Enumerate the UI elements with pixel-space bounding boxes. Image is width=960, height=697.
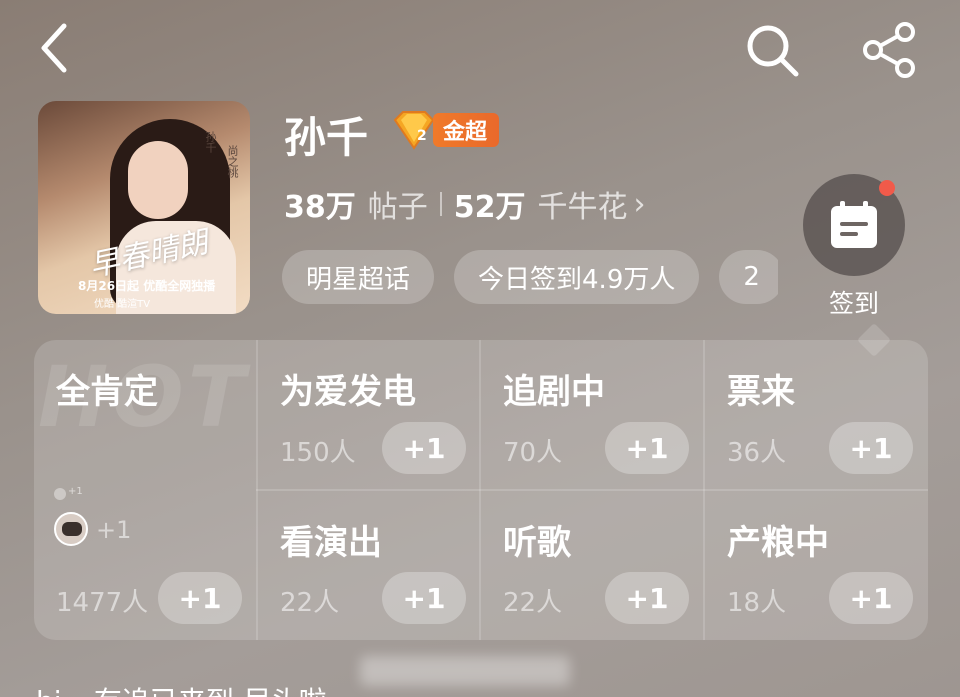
share-icon — [863, 22, 915, 78]
action-title: 票来 — [727, 372, 795, 412]
avatar — [54, 512, 88, 546]
share-button[interactable] — [858, 20, 920, 80]
action-card[interactable]: 为爱发电 150人 +1 — [258, 340, 479, 489]
action-title: 产粮中 — [727, 523, 829, 563]
action-count: 22人 — [503, 588, 563, 618]
search-icon — [747, 25, 799, 77]
avatar-plus: +1 — [96, 516, 132, 544]
cover-vertical-subtitle: 尚之桃 — [226, 145, 239, 178]
calendar-note-icon — [831, 201, 877, 248]
plus-one-button[interactable]: +1 — [829, 422, 913, 474]
diamond-level-icon: 2 — [393, 111, 435, 150]
back-button[interactable] — [30, 20, 78, 76]
level-number: 2 — [417, 128, 427, 144]
search-button[interactable] — [742, 20, 802, 80]
cover-brand: 优酷 酷渲TV — [94, 299, 151, 310]
profile-name: 孙千 — [284, 113, 369, 162]
checkin-label: 签到 — [828, 289, 879, 318]
checkin-button[interactable]: 签到 — [802, 174, 906, 318]
mini-avatar — [54, 488, 66, 500]
action-count: 36人 — [727, 438, 787, 468]
plus-one-button[interactable]: +1 — [382, 572, 466, 624]
plus-one-button[interactable]: +1 — [158, 572, 242, 624]
action-card[interactable]: 追剧中 70人 +1 — [481, 340, 703, 489]
action-card[interactable]: 产粮中 18人 +1 — [705, 491, 928, 640]
flowers-count[interactable]: 52万 — [454, 182, 526, 226]
action-title: 为爱发电 — [280, 372, 416, 412]
cover-air-date: 8月26日起 优酷全网独播 — [78, 279, 216, 293]
top-bar — [0, 0, 960, 100]
profile-cover-image[interactable]: 孙千 尚之桃 早春晴朗 8月26日起 优酷全网独播 优酷 酷渲TV — [38, 101, 250, 314]
plus-one-button[interactable]: +1 — [382, 422, 466, 474]
chip-today-checkins[interactable]: 今日签到4.9万人 — [454, 250, 700, 304]
plus-one-button[interactable]: +1 — [829, 572, 913, 624]
plus-one-button[interactable]: +1 — [605, 422, 689, 474]
mini-plus: +1 — [68, 486, 83, 497]
chip-row: 明星超话 今日签到4.9万人 2 — [282, 250, 778, 306]
profile-stats: 38万 帖子 52万 千牛花 › — [284, 182, 646, 226]
flowers-label[interactable]: 千牛花 — [538, 182, 628, 226]
action-count: 70人 — [503, 438, 563, 468]
action-card[interactable]: 票来 36人 +1 — [705, 340, 928, 489]
action-count: 150人 — [280, 438, 356, 468]
posts-count: 38万 — [284, 190, 356, 225]
chip-star-supertopic[interactable]: 明星超话 — [282, 250, 435, 304]
redacted-region — [360, 656, 570, 686]
action-count: 22人 — [280, 588, 340, 618]
feed-teaser[interactable]: hi~ 有追已来到 尽头啦 — [36, 680, 327, 697]
cover-vertical-name: 孙千 — [204, 131, 217, 153]
action-card[interactable]: 看演出 22人 +1 — [258, 491, 479, 640]
level-badge[interactable]: 2 金超 — [389, 110, 500, 150]
action-title: 全肯定 — [56, 372, 158, 412]
notification-dot — [879, 180, 895, 196]
action-title: 追剧中 — [503, 372, 605, 412]
action-card-featured[interactable]: HOT 全肯定 +1 +1 1477人 +1 — [34, 340, 256, 640]
action-count: 18人 — [727, 588, 787, 618]
chevron-left-icon — [41, 23, 67, 73]
level-badge-label: 金超 — [433, 113, 500, 147]
chip-rank[interactable]: 2 — [719, 250, 778, 304]
action-card[interactable]: 听歌 22人 +1 — [481, 491, 703, 640]
action-count: 1477人 — [56, 588, 149, 618]
plus-one-button[interactable]: +1 — [605, 572, 689, 624]
chevron-right-icon[interactable]: › — [634, 187, 646, 222]
action-title: 听歌 — [503, 523, 571, 563]
action-title: 看演出 — [280, 523, 382, 563]
action-panel: HOT 全肯定 +1 +1 1477人 +1 为爱发电 150人 +1 追剧中 … — [34, 323, 928, 640]
posts-label: 帖子 — [367, 190, 428, 225]
cover-figure-face — [128, 141, 188, 219]
stats-divider — [439, 192, 442, 216]
